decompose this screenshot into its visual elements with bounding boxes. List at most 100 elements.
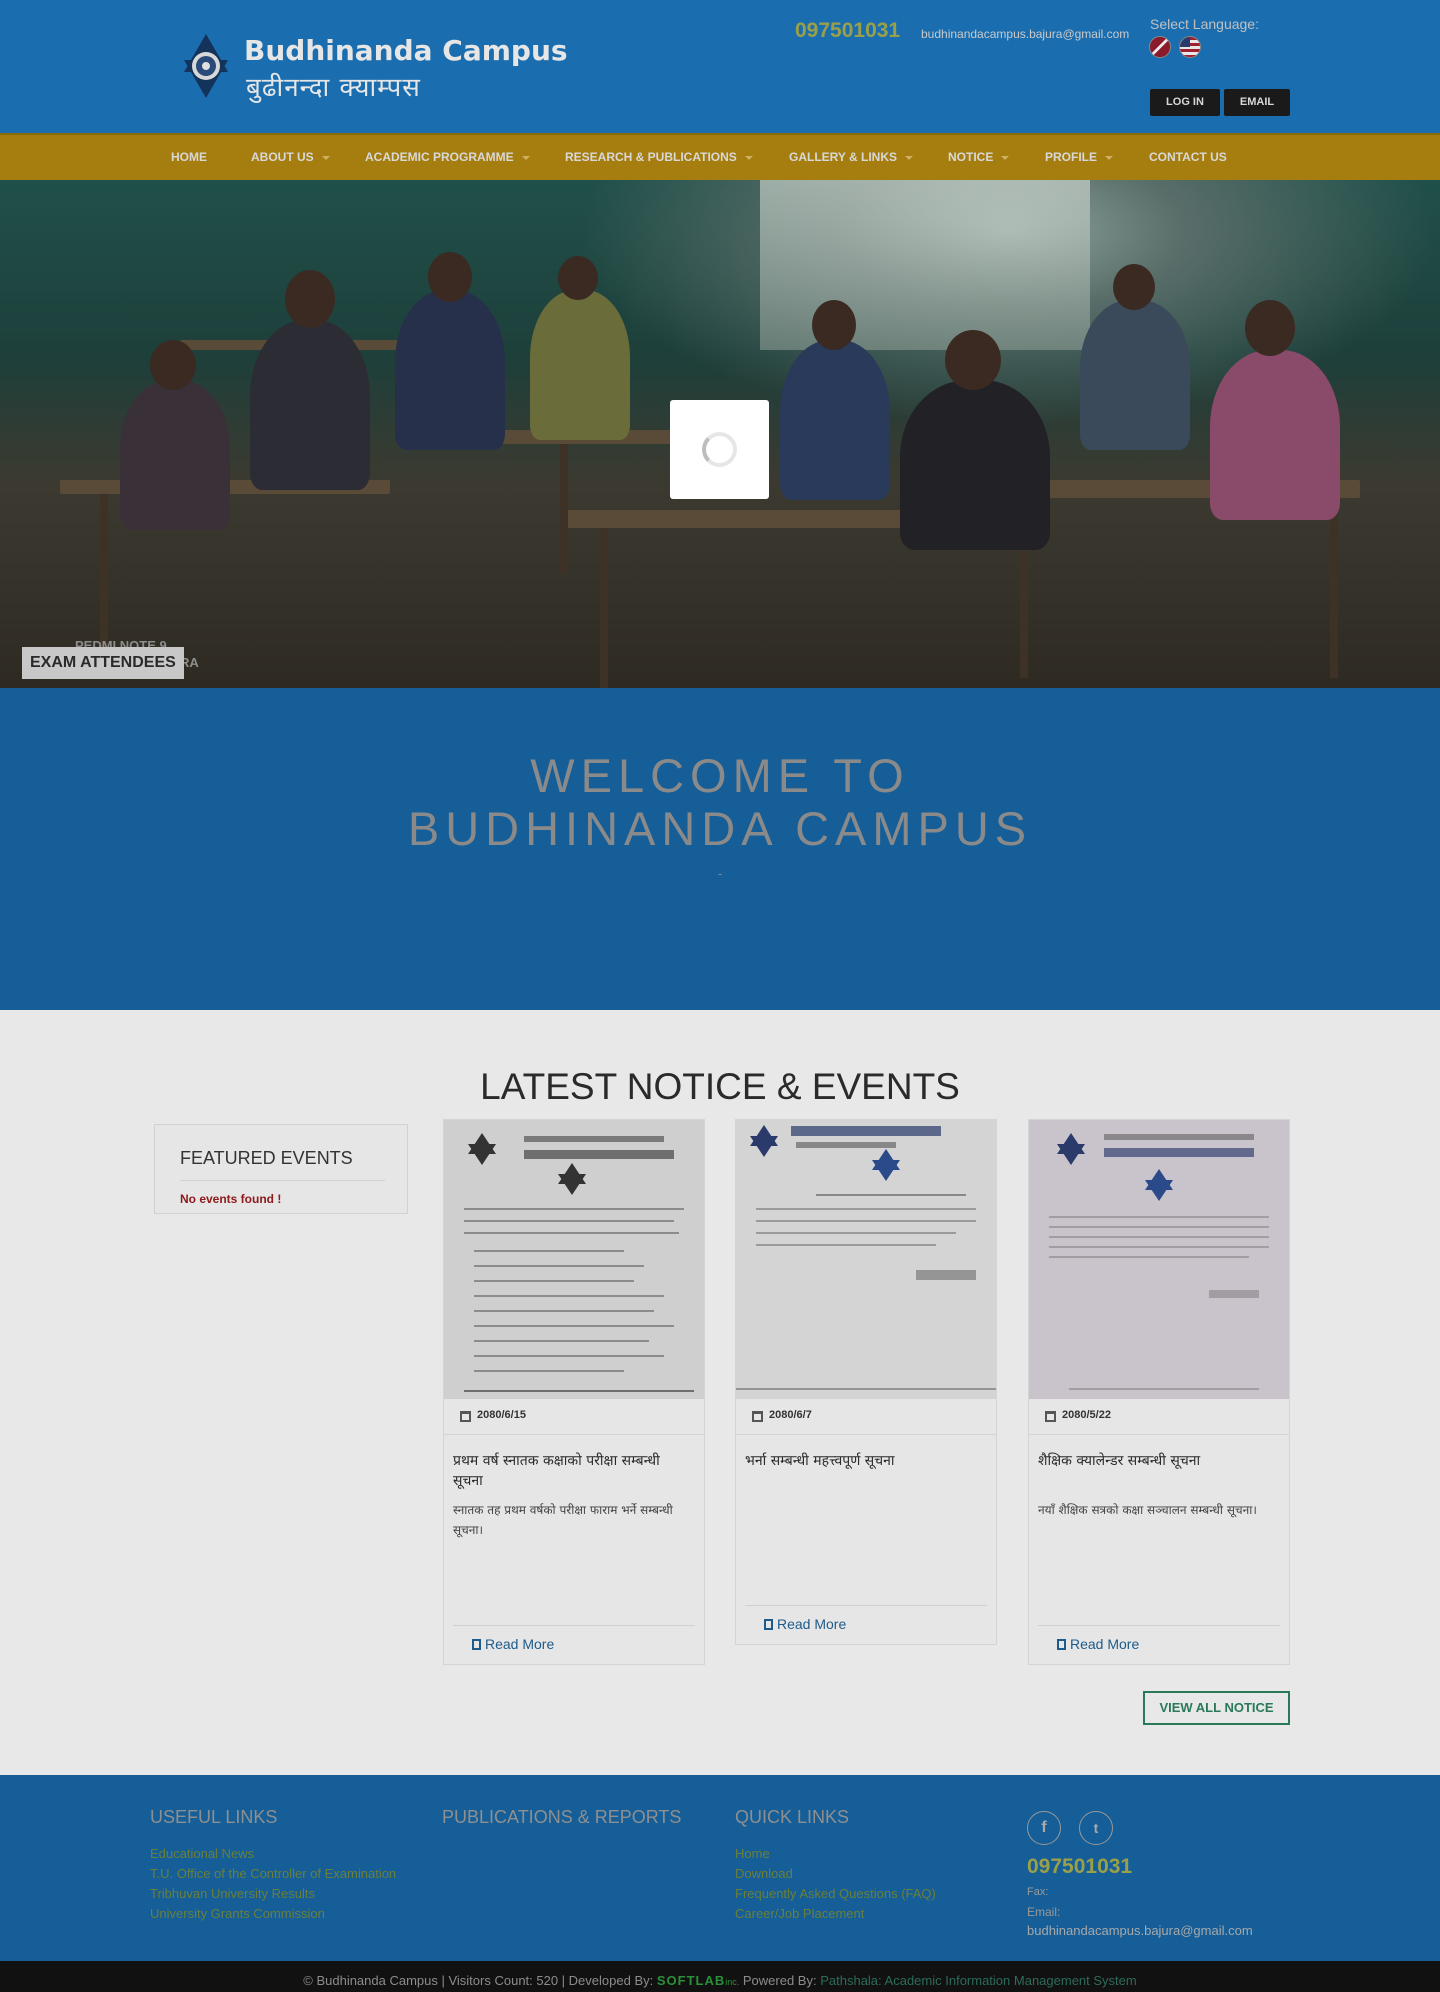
- signature: [916, 1270, 976, 1280]
- email-button[interactable]: EMAIL: [1224, 89, 1290, 116]
- powered-link[interactable]: Pathshala: Academic Information Manageme…: [820, 1973, 1137, 1988]
- us-flag-icon[interactable]: [1179, 36, 1201, 58]
- doc-text: [1049, 1246, 1269, 1248]
- calendar-icon: [752, 1411, 763, 1422]
- notice-image[interactable]: [1029, 1120, 1289, 1399]
- divider: [1038, 1625, 1280, 1626]
- doc-text: [524, 1150, 674, 1159]
- student-head: [945, 330, 1001, 390]
- doc-text: [1104, 1134, 1254, 1140]
- footer-phone[interactable]: 097501031: [1027, 1855, 1132, 1879]
- student-head: [1245, 300, 1295, 356]
- nav-research-publications[interactable]: RESEARCH & PUBLICATIONS: [565, 135, 753, 180]
- campus-emblem-icon: [184, 34, 228, 98]
- notice-title[interactable]: भर्ना सम्बन्धी महत्त्वपूर्ण सूचना: [745, 1451, 985, 1471]
- nav-notice[interactable]: NOTICE: [948, 135, 1010, 180]
- chevron-down-icon: [1001, 155, 1010, 160]
- header-email[interactable]: budhinandacampus.bajura@gmail.com: [921, 27, 1129, 41]
- footer-link[interactable]: Career/Job Placement: [735, 1904, 936, 1924]
- campus-emblem-icon: [1057, 1133, 1085, 1165]
- footer-link[interactable]: Tribhuvan University Results: [150, 1884, 396, 1904]
- chevron-down-icon: [744, 155, 753, 160]
- footer-link[interactable]: Home: [735, 1844, 936, 1864]
- footer-link[interactable]: University Grants Commission: [150, 1904, 396, 1924]
- book-icon: [1057, 1639, 1066, 1650]
- powered-label: Powered By:: [742, 1973, 817, 1988]
- bottom-bar: © Budhinanda Campus | Visitors Count: 52…: [0, 1961, 1440, 1992]
- footer-email[interactable]: budhinandacampus.bajura@gmail.com: [1027, 1923, 1253, 1938]
- doc-text: [474, 1355, 664, 1357]
- copyright-text: © Budhinanda Campus | Visitors Count: 52…: [303, 1973, 654, 1988]
- nav-gallery-links[interactable]: GALLERY & LINKS: [789, 135, 914, 180]
- doc-text: [474, 1340, 649, 1342]
- student-head: [558, 256, 598, 300]
- read-more-link[interactable]: Read More: [472, 1636, 554, 1652]
- nav-profile[interactable]: PROFILE: [1045, 135, 1114, 180]
- notice-description: स्नातक तह प्रथम वर्षको परीक्षा फाराम भर्…: [453, 1503, 673, 1537]
- doc-text: [756, 1208, 976, 1210]
- read-more-link[interactable]: Read More: [764, 1616, 846, 1632]
- notice-image[interactable]: [736, 1120, 996, 1399]
- divider: [745, 1605, 987, 1606]
- developer-logo[interactable]: SOFTLAB: [657, 1973, 725, 1988]
- hero-slider[interactable]: PEDMI NOTE 9 RA EXAM ATTENDEES: [0, 180, 1440, 688]
- notice-title[interactable]: प्रथम वर्ष स्नातक कक्षाको परीक्षा सम्बन्…: [453, 1451, 693, 1491]
- doc-text: [524, 1136, 664, 1142]
- doc-text: [756, 1220, 976, 1222]
- doc-text: [816, 1194, 966, 1196]
- developer-suffix: inc.: [725, 1977, 740, 1987]
- doc-text: [791, 1126, 941, 1136]
- student: [250, 320, 370, 490]
- student-head: [285, 270, 335, 328]
- nepali-flag-icon[interactable]: [1149, 36, 1171, 58]
- nav-contact-us[interactable]: CONTACT US: [1149, 135, 1227, 180]
- welcome-subtitle: -: [717, 866, 723, 881]
- nav-home[interactable]: HOME: [171, 135, 207, 180]
- site-logo[interactable]: Budhinanda Campus बुढीनन्दा क्याम्पस: [168, 32, 568, 103]
- campus-emblem-icon: [468, 1133, 496, 1165]
- useful-links-title: USEFUL LINKS: [150, 1807, 278, 1827]
- footer-link[interactable]: Download: [735, 1864, 936, 1884]
- notice-title[interactable]: शैक्षिक क्यालेन्डर सम्बन्धी सूचना: [1038, 1451, 1278, 1471]
- student: [780, 340, 890, 500]
- nav-label: RESEARCH & PUBLICATIONS: [565, 150, 737, 164]
- notice-date: 2080/6/15: [444, 1399, 704, 1435]
- doc-text: [1049, 1226, 1269, 1228]
- fax-label: Fax:: [1027, 1886, 1049, 1898]
- chevron-down-icon: [521, 155, 530, 160]
- footer-link[interactable]: Frequently Asked Questions (FAQ): [735, 1884, 936, 1904]
- doc-text: [474, 1265, 644, 1267]
- twitter-icon[interactable]: t: [1079, 1811, 1113, 1845]
- chevron-down-icon: [905, 155, 914, 160]
- doc-text: [464, 1390, 694, 1392]
- notice-date-text: 2080/6/15: [477, 1409, 526, 1421]
- doc-text: [474, 1325, 674, 1327]
- notice-date: 2080/6/7: [736, 1399, 996, 1435]
- login-button[interactable]: LOG IN: [1150, 89, 1220, 116]
- read-more-link[interactable]: Read More: [1057, 1636, 1139, 1652]
- student-head: [428, 252, 472, 302]
- student: [395, 290, 505, 450]
- facebook-icon[interactable]: f: [1027, 1811, 1061, 1845]
- desk: [560, 510, 940, 528]
- footer-link[interactable]: T.U. Office of the Controller of Examina…: [150, 1864, 396, 1884]
- notice-section-title: LATEST NOTICE & EVENTS: [480, 1066, 960, 1107]
- student: [1210, 350, 1340, 520]
- notice-date: 2080/5/22: [1029, 1399, 1289, 1435]
- view-all-notice-button[interactable]: VIEW ALL NOTICE: [1143, 1691, 1290, 1725]
- header-phone[interactable]: 097501031: [795, 19, 900, 43]
- doc-text: [736, 1388, 996, 1390]
- quick-links-column: QUICK LINKS Home Download Frequently Ask…: [735, 1807, 936, 1924]
- nav-academic-programme[interactable]: ACADEMIC PROGRAMME: [365, 135, 530, 180]
- featured-events-title: FEATURED EVENTS: [180, 1148, 353, 1168]
- book-icon: [764, 1619, 773, 1630]
- notice-card: 2080/5/22 शैक्षिक क्यालेन्डर सम्बन्धी सू…: [1028, 1119, 1290, 1665]
- main-nav: HOME ABOUT US ACADEMIC PROGRAMME RESEARC…: [0, 133, 1440, 180]
- notice-image[interactable]: [444, 1120, 704, 1399]
- doc-text: [474, 1370, 624, 1372]
- doc-text: [474, 1310, 654, 1312]
- doc-text: [464, 1220, 674, 1222]
- nav-about-us[interactable]: ABOUT US: [251, 135, 330, 180]
- footer-link[interactable]: Educational News: [150, 1844, 396, 1864]
- page: Budhinanda Campus बुढीनन्दा क्याम्पस 097…: [0, 0, 1440, 1992]
